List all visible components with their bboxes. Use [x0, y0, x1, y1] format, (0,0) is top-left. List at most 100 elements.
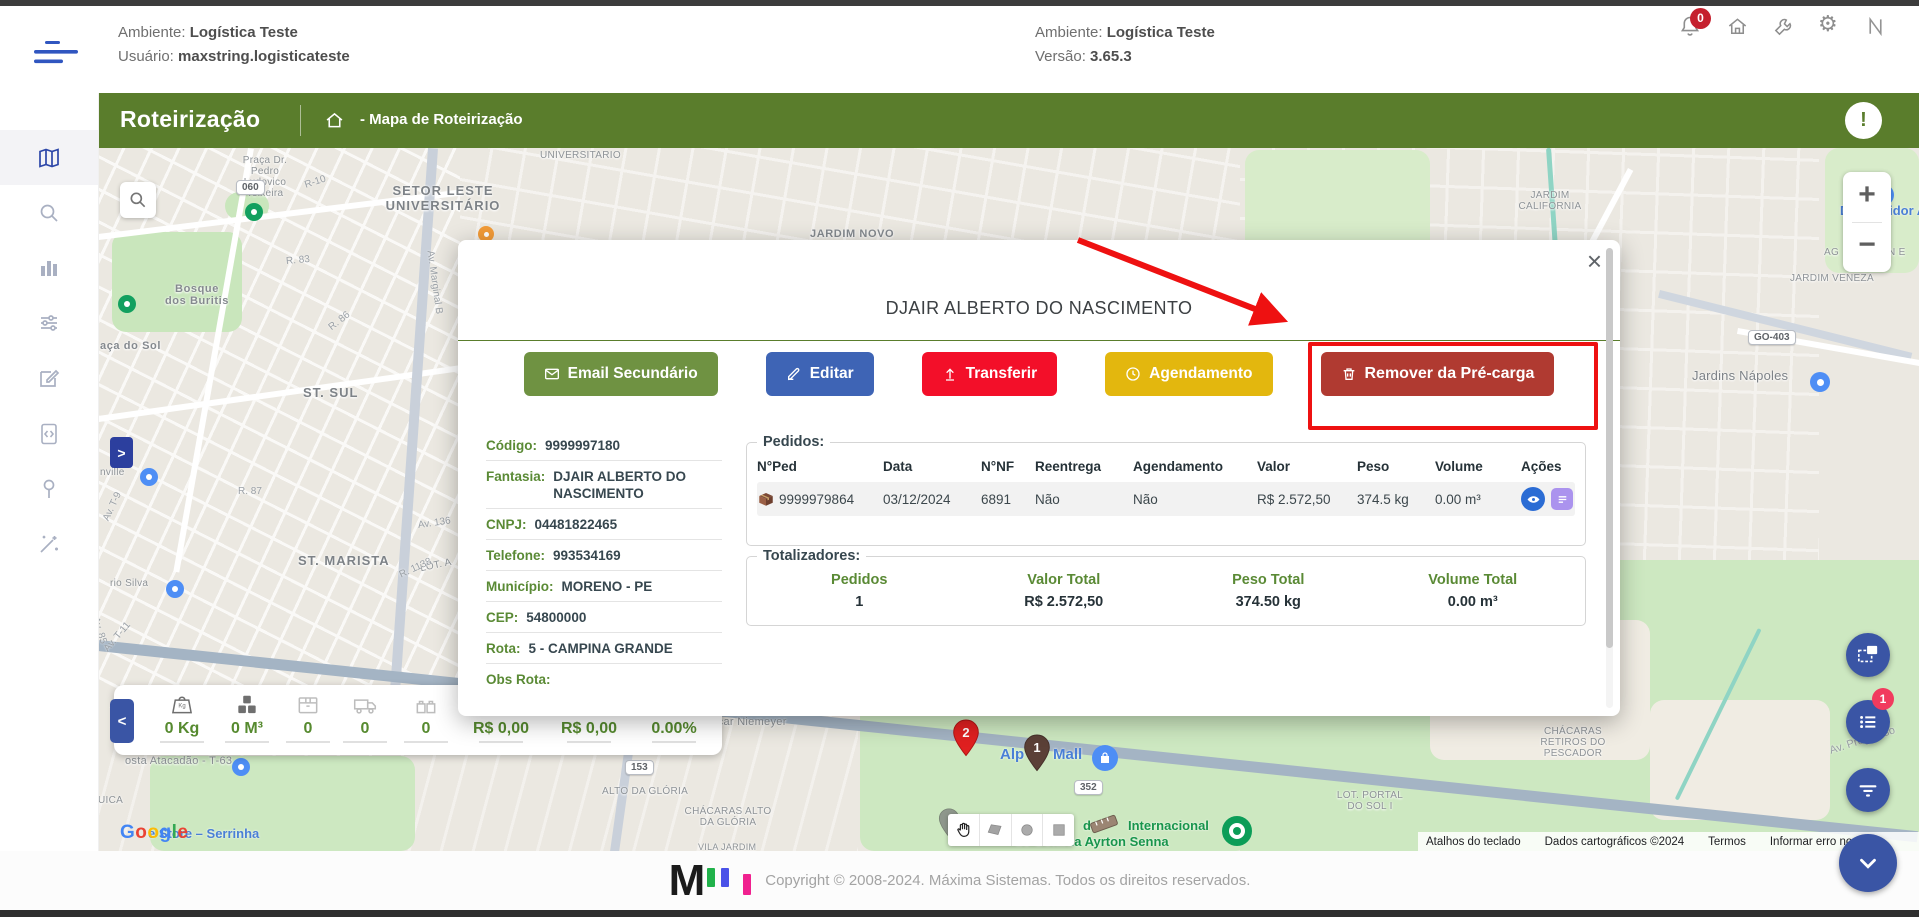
- map-area-label: osta Atacadão - T-63: [125, 755, 232, 767]
- order-comments-button[interactable]: [1551, 488, 1573, 510]
- poi-marker[interactable]: [1810, 372, 1830, 392]
- map-area-label: SETOR LESTE UNIVERSITÁRIO: [368, 183, 518, 213]
- polygon-select-tool[interactable]: [980, 814, 1012, 846]
- svg-text:1: 1: [1033, 740, 1040, 755]
- sidebar-item-assistente[interactable]: [0, 516, 98, 571]
- collapse-stats-button[interactable]: <: [110, 699, 134, 743]
- stat-volume: 0 M³: [214, 685, 280, 743]
- home-button[interactable]: [1726, 15, 1749, 38]
- agendamento-button[interactable]: Agendamento: [1105, 352, 1272, 396]
- search-icon: [37, 201, 61, 225]
- detail-row: Código:9999997180: [486, 430, 722, 461]
- wrench-icon: [1772, 15, 1795, 38]
- zoom-out-button[interactable]: −: [1843, 222, 1891, 271]
- map-area-label: aça do Sol: [100, 340, 161, 352]
- park-marker[interactable]: [118, 295, 136, 313]
- alert-button[interactable]: !: [1845, 102, 1882, 139]
- pedidos-legend: Pedidos:: [757, 434, 830, 450]
- mall-marker[interactable]: [1092, 745, 1118, 771]
- scrollbar-thumb[interactable]: [1606, 248, 1613, 648]
- keyboard-shortcuts-link[interactable]: Atalhos do teclado: [1426, 836, 1521, 848]
- transferir-button[interactable]: Transferir: [922, 352, 1058, 396]
- col-header: Peso: [1357, 452, 1435, 480]
- tools-button[interactable]: [1772, 15, 1795, 38]
- map-icon: [37, 146, 61, 170]
- chevron-down-icon: [1855, 850, 1881, 876]
- sidebar-item-relatorios[interactable]: [0, 240, 98, 295]
- brand-n-button[interactable]: [1864, 15, 1887, 38]
- remover-pre-carga-button[interactable]: Remover da Pré-carga: [1321, 352, 1555, 396]
- trash-icon: [1341, 366, 1357, 382]
- map-area-label: Bosque dos Buritis: [152, 283, 242, 307]
- detail-row: Rota:5 - CAMPINA GRANDE: [486, 633, 722, 664]
- home-icon: [1726, 15, 1749, 38]
- col-header: N°Ped: [757, 452, 883, 480]
- sidebar-item-parametros[interactable]: [0, 295, 98, 350]
- map-search-button[interactable]: [120, 182, 156, 218]
- ambiente-info: Ambiente: Logística Teste Usuário: maxst…: [118, 21, 350, 69]
- gear-icon: ⚙: [1818, 12, 1838, 37]
- circle-select-tool[interactable]: [1012, 814, 1044, 846]
- sidebar-item-pontos[interactable]: [0, 461, 98, 516]
- totalizadores-legend: Totalizadores:: [757, 548, 866, 564]
- shopping-bag-icon: [1099, 752, 1111, 764]
- package-icon: [757, 490, 775, 508]
- module-title: Roteirização: [120, 106, 260, 133]
- route-pin-2[interactable]: 2: [952, 719, 980, 757]
- rectangle-select-tool[interactable]: [1043, 814, 1074, 846]
- poi-marker[interactable]: [140, 468, 158, 486]
- chat-lines-icon: [1556, 493, 1569, 506]
- client-details-modal: × DJAIR ALBERTO DO NASCIMENTO Email Secu…: [458, 240, 1620, 716]
- detail-row: Telefone:993534169: [486, 540, 722, 571]
- map-area-label: JARDIM CALIFORNIA: [1505, 190, 1595, 212]
- filter-fab[interactable]: [1846, 768, 1890, 812]
- sidebar-item-editar[interactable]: [0, 350, 98, 405]
- stat-cargo: 0: [394, 685, 458, 743]
- pedidos-section: Pedidos: N°Ped Data N°NF Reentrega Agend…: [746, 434, 1586, 546]
- park-marker[interactable]: [245, 203, 263, 221]
- cell-nped: 9999979864: [779, 492, 854, 507]
- map-poi-label: Alp: [1000, 746, 1024, 763]
- settings-button[interactable]: ⚙: [1818, 12, 1838, 37]
- area-select-fab[interactable]: [1846, 633, 1890, 677]
- svg-text:Kg: Kg: [178, 704, 185, 710]
- stat-trucks: 0: [336, 685, 394, 743]
- sidebar-item-mapa[interactable]: [0, 130, 98, 185]
- sidebar-item-busca[interactable]: [0, 185, 98, 240]
- editar-button[interactable]: Editar: [766, 352, 874, 396]
- edit-icon: [786, 366, 802, 382]
- bottom-strip: [0, 910, 1919, 917]
- road-shield: 060: [236, 180, 265, 195]
- home-icon[interactable]: [324, 110, 345, 131]
- poi-marker[interactable]: [166, 580, 184, 598]
- email-secundario-button[interactable]: Email Secundário: [524, 352, 718, 396]
- edit-icon: [37, 366, 61, 390]
- stat-packages: 0: [280, 685, 336, 743]
- top-strip: [0, 0, 1919, 6]
- map-poi-label: Internacional: [1128, 818, 1209, 833]
- col-header: Valor: [1257, 452, 1357, 480]
- airport-marker[interactable]: [1222, 816, 1252, 846]
- zoom-in-button[interactable]: +: [1843, 172, 1891, 221]
- expand-panel-button[interactable]: >: [110, 437, 133, 468]
- modal-scrollbar[interactable]: [1606, 248, 1613, 708]
- close-icon[interactable]: ×: [1587, 248, 1602, 274]
- route-pin-1[interactable]: 1: [1023, 734, 1051, 772]
- breadcrumb: - Mapa de Roteirização: [360, 111, 523, 128]
- map-area-label: ST. MARISTA: [298, 553, 390, 568]
- arrow-up-icon: [942, 366, 958, 382]
- filter-icon: [1857, 779, 1879, 801]
- menu-icon[interactable]: [34, 40, 80, 66]
- col-header: N°NF: [981, 452, 1035, 480]
- col-header: Reentrega: [1035, 452, 1133, 480]
- view-order-button[interactable]: [1521, 487, 1545, 511]
- road-shield: 352: [1074, 780, 1103, 795]
- pan-hand-tool[interactable]: [948, 814, 980, 846]
- map-area-label: rio Silva: [110, 578, 148, 589]
- scroll-down-fab[interactable]: [1839, 834, 1897, 892]
- map-area-label: ST. SUL: [303, 385, 358, 400]
- sidebar-item-integracao[interactable]: [0, 406, 98, 461]
- search-icon: [128, 190, 148, 210]
- poi-marker[interactable]: [232, 758, 250, 776]
- terms-link[interactable]: Termos: [1708, 836, 1746, 848]
